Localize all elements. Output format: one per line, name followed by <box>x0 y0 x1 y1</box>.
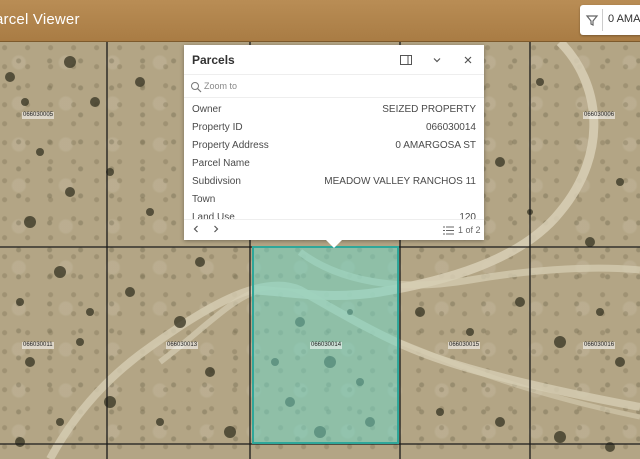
app-header: arcel Viewer 0 AMARG <box>0 0 640 42</box>
selected-parcel-highlight[interactable]: 066030014 <box>252 246 399 444</box>
attribute-row: Property ID 066030014 <box>192 122 476 133</box>
dock-icon[interactable] <box>399 53 413 67</box>
chevron-right-icon[interactable] <box>210 223 222 235</box>
close-icon[interactable] <box>461 53 475 67</box>
zoom-to-action[interactable]: Zoom to <box>184 76 484 98</box>
list-icon[interactable] <box>443 225 454 236</box>
parcel-label: 066030005 <box>22 112 55 119</box>
attribute-row: Property Address 0 AMARGOSA ST <box>192 140 476 151</box>
parcel-popup: Parcels Zoom to Owner SEIZED PROPERTY Pro… <box>184 45 484 248</box>
search-box[interactable]: 0 AMARG <box>580 5 640 35</box>
zoom-to-label: Zoom to <box>204 81 238 91</box>
parcel-label: 066030016 <box>583 342 616 349</box>
attribute-row: Owner SEIZED PROPERTY <box>192 104 476 115</box>
filter-icon[interactable] <box>584 12 600 28</box>
attribute-row: Parcel Name <box>192 158 250 169</box>
search-input[interactable]: 0 AMARG <box>608 13 640 25</box>
parcel-label: 066030006 <box>583 112 616 119</box>
search-divider <box>602 9 603 31</box>
attribute-table: Owner SEIZED PROPERTY Property ID 06603001… <box>184 101 484 219</box>
search-icon <box>191 82 202 93</box>
parcel-label: 066030011 <box>22 342 54 349</box>
popup-header: Parcels <box>184 45 484 75</box>
parcel-label: 066030015 <box>448 342 481 349</box>
parcel-label: 066030014 <box>310 342 343 349</box>
attribute-row: Land Use 120 <box>192 212 476 219</box>
feature-count: 1 of 2 <box>458 225 481 235</box>
parcel-label: 066030013 <box>166 342 199 349</box>
popup-footer: 1 of 2 <box>184 219 484 240</box>
attribute-row: Town <box>192 194 216 205</box>
chevron-left-icon[interactable] <box>190 223 202 235</box>
popup-title: Parcels <box>192 53 235 67</box>
app-title: arcel Viewer <box>0 11 80 28</box>
attribute-row: Subdivsion MEADOW VALLEY RANCHOS 11 <box>192 176 476 187</box>
chevron-down-icon[interactable] <box>430 53 444 67</box>
